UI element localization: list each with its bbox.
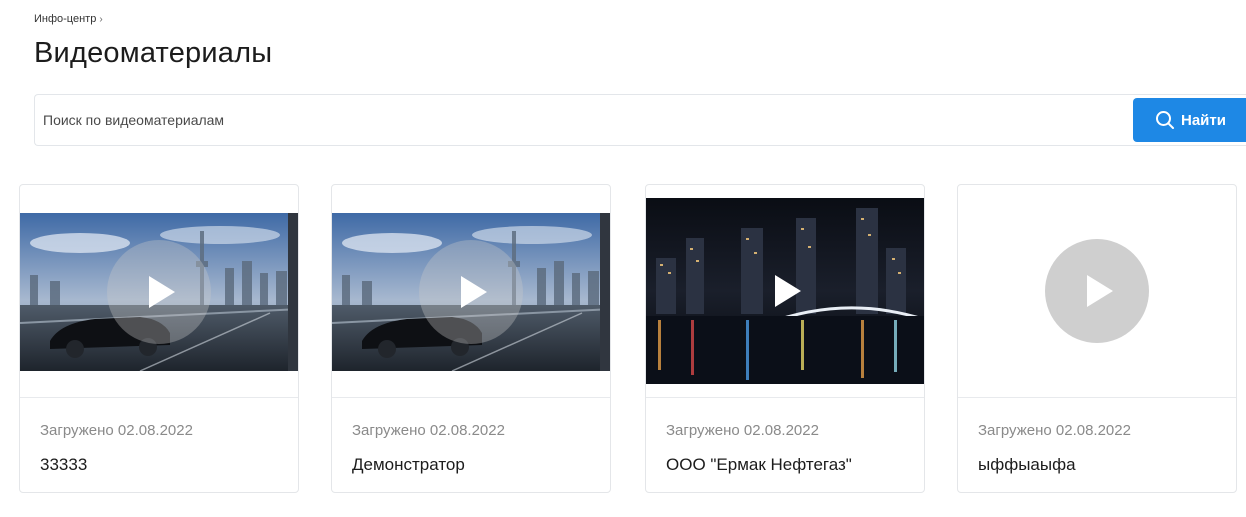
video-thumbnail	[646, 198, 924, 384]
play-button[interactable]	[419, 240, 523, 344]
video-upload-date: Загружено 02.08.2022	[666, 422, 819, 439]
play-icon	[149, 276, 175, 308]
search-input[interactable]	[43, 95, 1123, 145]
breadcrumb-link-info-center[interactable]: Инфо-центр	[34, 13, 96, 25]
video-card[interactable]: Загружено 02.08.2022 ыффыаыфа	[957, 184, 1237, 493]
breadcrumb-separator: ›	[99, 14, 103, 25]
search-button[interactable]: Найти	[1133, 98, 1246, 142]
video-card[interactable]: Загружено 02.08.2022 ООО "Ермак Нефтегаз…	[645, 184, 925, 493]
play-icon	[1087, 275, 1113, 307]
play-button[interactable]	[733, 239, 837, 343]
play-button[interactable]	[107, 240, 211, 344]
video-upload-date: Загружено 02.08.2022	[352, 422, 505, 439]
video-title[interactable]: ООО "Ермак Нефтегаз"	[666, 455, 852, 475]
search-button-label: Найти	[1181, 111, 1226, 129]
video-upload-date: Загружено 02.08.2022	[978, 422, 1131, 439]
video-thumbnail-area	[958, 185, 1236, 398]
video-thumbnail	[20, 213, 298, 371]
video-thumbnail-area	[646, 185, 924, 398]
video-title[interactable]: 33333	[40, 455, 87, 475]
search-icon	[1156, 111, 1174, 129]
play-icon	[775, 275, 801, 307]
video-title[interactable]: ыффыаыфа	[978, 455, 1076, 475]
breadcrumb: Инфо-центр ›	[34, 13, 103, 25]
video-thumbnail	[332, 213, 610, 371]
page-title: Видеоматериалы	[34, 37, 273, 69]
video-card[interactable]: Загружено 02.08.2022 33333	[19, 184, 299, 493]
video-thumbnail-area	[20, 185, 298, 398]
video-upload-date: Загружено 02.08.2022	[40, 422, 193, 439]
play-button[interactable]	[1045, 239, 1149, 343]
video-thumbnail-area	[332, 185, 610, 398]
video-title[interactable]: Демонстратор	[352, 455, 465, 475]
search-bar	[34, 94, 1246, 146]
play-icon	[461, 276, 487, 308]
video-card[interactable]: Загружено 02.08.2022 Демонстратор	[331, 184, 611, 493]
